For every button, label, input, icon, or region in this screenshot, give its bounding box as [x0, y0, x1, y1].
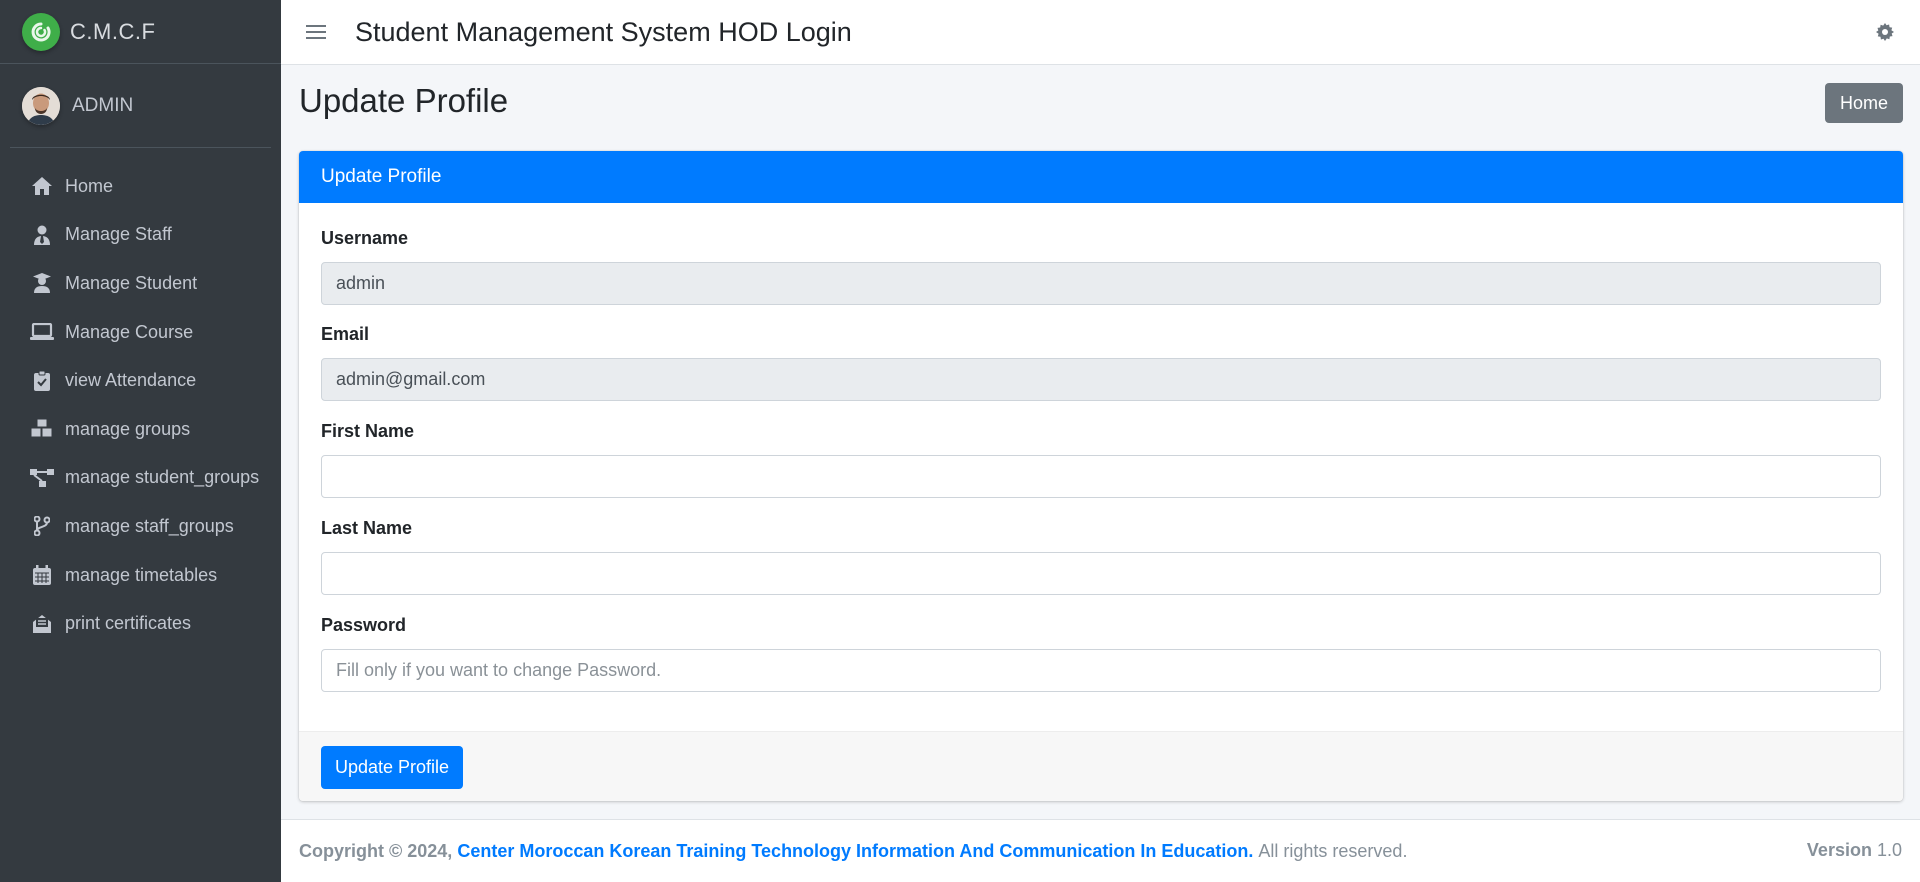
update-profile-button[interactable]: Update Profile [321, 746, 463, 789]
password-label: Password [321, 615, 407, 635]
sidebar-item-manage-timetables[interactable]: manage timetables [0, 551, 281, 600]
sidebar-item-manage-course[interactable]: Manage Course [0, 308, 281, 357]
sidebar-nav: Home Manage Staff Manage Student Manage … [0, 148, 281, 648]
sidebar-item-manage-staff[interactable]: Manage Staff [0, 211, 281, 260]
footer-copyright: Copyright © 2024, [299, 840, 453, 861]
update-profile-card: Update Profile Username Email First Name… [299, 151, 1903, 801]
calendar-icon [30, 563, 54, 587]
sidebar-item-label: Manage Course [65, 321, 194, 342]
sidebar-item-label: manage groups [65, 418, 191, 439]
project-diagram-icon [30, 466, 54, 490]
laptop-icon [30, 320, 54, 344]
sidebar-item-manage-staff-groups[interactable]: manage staff_groups [0, 502, 281, 551]
sidebar-item-manage-student[interactable]: Manage Student [0, 259, 281, 308]
sidebar-item-label: Manage Staff [65, 224, 172, 245]
email-label: Email [321, 324, 370, 344]
cubes-icon [30, 417, 54, 441]
page-footer: Copyright © 2024, Center Moroccan Korean… [281, 819, 1920, 882]
last-name-label: Last Name [321, 518, 413, 538]
footer-org-link[interactable]: Center Moroccan Korean Training Technolo… [457, 841, 1253, 862]
sidebar: C.M.C.F ADMIN Home Manage Staff Manage S… [0, 0, 281, 882]
brand-logo-icon [22, 12, 60, 51]
avatar [22, 86, 60, 125]
brand-link[interactable]: C.M.C.F [0, 0, 281, 64]
code-branch-icon [30, 514, 54, 538]
footer-rights: All rights reserved. [1258, 840, 1408, 861]
card-header: Update Profile [299, 151, 1903, 203]
home-icon [30, 174, 54, 198]
top-navbar: Student Management System HOD Login [281, 0, 1920, 65]
brand-name: C.M.C.F [70, 18, 156, 44]
sidebar-item-label: manage staff_groups [65, 515, 234, 536]
sidebar-item-label: Manage Student [65, 272, 198, 293]
sidebar-item-label: print certificates [65, 613, 192, 634]
home-breadcrumb-button[interactable]: Home [1825, 83, 1903, 123]
sidebar-item-view-attendance[interactable]: view Attendance [0, 356, 281, 405]
last-name-field[interactable] [321, 552, 1881, 595]
sidebar-item-manage-groups[interactable]: manage groups [0, 405, 281, 454]
sidebar-item-home[interactable]: Home [0, 162, 281, 211]
user-name: ADMIN [72, 94, 134, 116]
sidebar-item-label: manage student_groups [65, 467, 260, 488]
clipboard-check-icon [30, 369, 54, 393]
first-name-field[interactable] [321, 455, 1881, 498]
user-graduate-icon [30, 271, 54, 295]
hamburger-menu-icon[interactable] [306, 25, 326, 39]
username-field[interactable] [321, 262, 1881, 305]
envelope-open-text-icon [30, 612, 54, 636]
sidebar-item-label: Home [65, 175, 114, 196]
page-title: Update Profile [299, 82, 509, 119]
card-footer: Update Profile [299, 731, 1903, 801]
version-value: 1.0 [1876, 840, 1902, 860]
username-label: Username [321, 228, 409, 248]
version-label: Version [1806, 840, 1872, 860]
sidebar-item-print-certificates[interactable]: print certificates [0, 599, 281, 648]
app-title: Student Management System HOD Login [355, 16, 852, 47]
footer-version: Version 1.0 [1807, 840, 1902, 861]
email-field[interactable] [321, 358, 1881, 401]
sidebar-item-label: view Attendance [65, 370, 197, 391]
first-name-label: First Name [321, 421, 415, 441]
user-panel[interactable]: ADMIN [10, 64, 271, 148]
sidebar-item-manage-student-groups[interactable]: manage student_groups [0, 454, 281, 503]
sidebar-item-label: manage timetables [65, 564, 218, 585]
gear-icon[interactable] [1876, 23, 1894, 46]
password-field[interactable] [321, 649, 1881, 692]
user-tie-icon [30, 223, 54, 247]
